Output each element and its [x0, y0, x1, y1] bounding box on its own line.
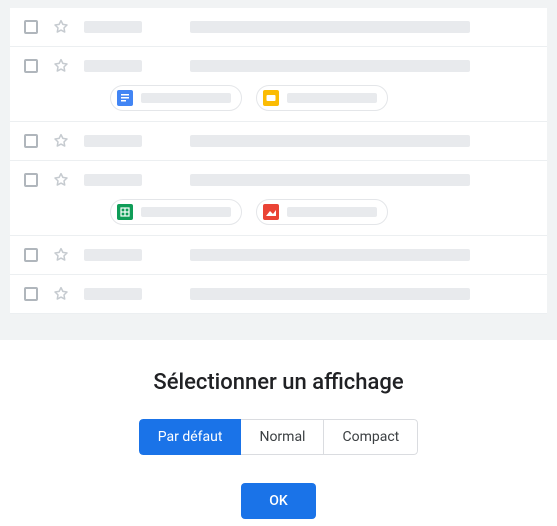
sender-placeholder: [84, 60, 142, 72]
sheets-icon: [117, 204, 133, 220]
row-checkbox[interactable]: [24, 248, 38, 262]
attachment-chip[interactable]: [256, 85, 388, 111]
chip-label-placeholder: [141, 207, 231, 217]
panel-title: Sélectionner un affichage: [0, 370, 557, 395]
row-checkbox[interactable]: [24, 287, 38, 301]
message-list-preview: [0, 0, 557, 340]
density-panel: Sélectionner un affichage Par défaut Nor…: [0, 340, 557, 519]
sender-placeholder: [84, 288, 142, 300]
chip-label-placeholder: [287, 93, 377, 103]
star-icon[interactable]: [52, 171, 70, 189]
sender-placeholder: [84, 249, 142, 261]
row-checkbox[interactable]: [24, 134, 38, 148]
density-options: Par défaut Normal Compact: [139, 419, 418, 455]
option-comfortable[interactable]: Normal: [240, 419, 324, 455]
image-icon: [263, 204, 279, 220]
message-row: [10, 47, 547, 122]
sender-placeholder: [84, 21, 142, 33]
star-icon[interactable]: [52, 57, 70, 75]
star-icon[interactable]: [52, 246, 70, 264]
star-icon[interactable]: [52, 132, 70, 150]
slides-icon: [263, 90, 279, 106]
chip-label-placeholder: [141, 93, 231, 103]
message-row: [10, 236, 547, 275]
subject-placeholder: [190, 135, 470, 147]
subject-placeholder: [190, 60, 470, 72]
row-checkbox[interactable]: [24, 59, 38, 73]
row-checkbox[interactable]: [24, 20, 38, 34]
option-compact[interactable]: Compact: [323, 419, 418, 455]
subject-placeholder: [190, 174, 470, 186]
attachment-chip[interactable]: [256, 199, 388, 225]
row-checkbox[interactable]: [24, 173, 38, 187]
ok-button[interactable]: OK: [241, 483, 316, 519]
attachment-chips: [110, 199, 533, 225]
star-icon[interactable]: [52, 285, 70, 303]
message-row: [10, 275, 547, 314]
option-default[interactable]: Par défaut: [139, 419, 242, 455]
subject-placeholder: [190, 288, 470, 300]
attachment-chip[interactable]: [110, 85, 242, 111]
sender-placeholder: [84, 174, 142, 186]
star-icon[interactable]: [52, 18, 70, 36]
attachment-chips: [110, 85, 533, 111]
sender-placeholder: [84, 135, 142, 147]
message-row: [10, 122, 547, 161]
attachment-chip[interactable]: [110, 199, 242, 225]
message-row: [10, 161, 547, 236]
message-row: [10, 8, 547, 47]
chip-label-placeholder: [287, 207, 377, 217]
subject-placeholder: [190, 249, 470, 261]
subject-placeholder: [190, 21, 470, 33]
docs-icon: [117, 90, 133, 106]
